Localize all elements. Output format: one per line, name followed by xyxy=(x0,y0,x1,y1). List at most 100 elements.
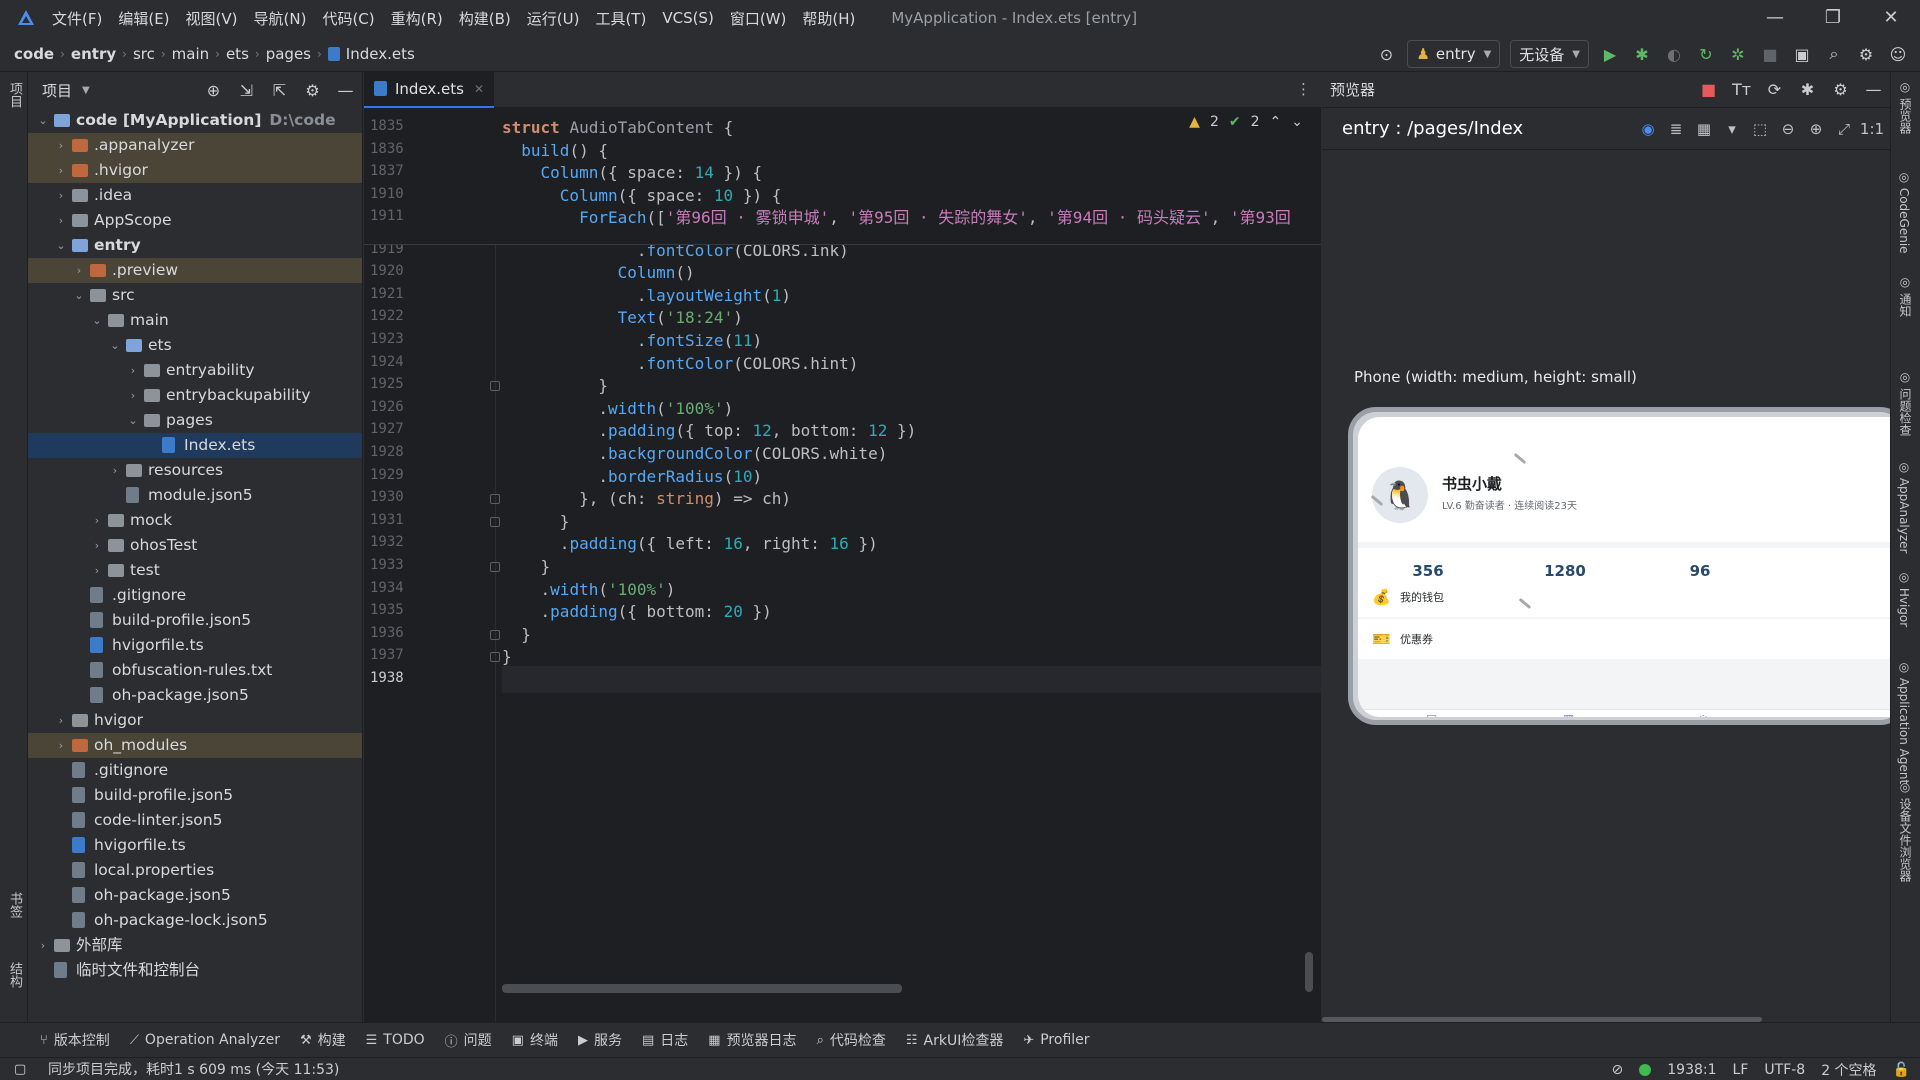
module-selector[interactable]: ♟ entry ▼ xyxy=(1407,40,1501,68)
layers-icon[interactable]: ≣ xyxy=(1662,120,1690,138)
chevron-right-icon[interactable]: › xyxy=(54,133,68,158)
breadcrumb-item[interactable]: code xyxy=(14,45,54,63)
menu-item[interactable]: 文件(F) xyxy=(52,8,102,29)
chevron-right-icon[interactable]: › xyxy=(126,358,140,383)
right-tool-eye[interactable]: ◎ 预览器 xyxy=(1897,80,1914,134)
tree-item[interactable]: build-profile.json5 xyxy=(28,608,362,633)
gear-icon[interactable]: ⚙ xyxy=(1852,40,1880,68)
menu-row-coupon[interactable]: 🎫 优惠券 xyxy=(1358,619,1890,659)
inspect-mode-icon[interactable]: ◉ xyxy=(1634,120,1662,138)
tree-item[interactable]: ⌄ entry xyxy=(28,233,362,258)
chevron-right-icon[interactable]: › xyxy=(90,558,104,583)
tree-item[interactable]: hvigorfile.ts xyxy=(28,833,362,858)
right-tool-device-file[interactable]: ◎ 设备文件浏览器 xyxy=(1897,780,1914,882)
tree-item[interactable]: hvigorfile.ts xyxy=(28,633,362,658)
menu-item[interactable]: 窗口(W) xyxy=(730,8,787,29)
tree-item[interactable]: › .preview xyxy=(28,258,362,283)
menu-item[interactable]: 导航(N) xyxy=(254,8,307,29)
profile-tab-icon[interactable]: ◌ xyxy=(1698,712,1708,717)
menu-item[interactable]: 工具(T) xyxy=(595,8,646,29)
actual-size-icon[interactable]: 1:1 xyxy=(1858,120,1886,138)
tree-item[interactable]: Index.ets xyxy=(28,433,362,458)
bottom-tool-item[interactable]: ▦ 预览器日志 xyxy=(708,1030,796,1050)
close-icon[interactable]: ✕ xyxy=(474,82,484,96)
inspection-widget[interactable]: ▲ 2 ✔ 2 ⌃ ⌄ xyxy=(1189,114,1303,130)
more-options-icon[interactable]: ⋮ xyxy=(1296,80,1311,98)
bottom-tool-item[interactable]: ▶ 服务 xyxy=(578,1030,622,1050)
bottom-tool-item[interactable]: ☰ TODO xyxy=(366,1032,425,1048)
right-tool-hvigor[interactable]: ◎ Hvigor xyxy=(1897,570,1911,627)
tree-item[interactable]: module.json5 xyxy=(28,483,362,508)
tree-item[interactable]: › entrybackupability xyxy=(28,383,362,408)
crop-icon[interactable]: ⬚ xyxy=(1746,120,1774,138)
tree-item[interactable]: ⌄ pages xyxy=(28,408,362,433)
fold-marker-icon[interactable] xyxy=(490,562,500,572)
tree-item[interactable]: ⌄ code [MyApplication] D:\code xyxy=(28,108,362,133)
menu-item[interactable]: 视图(V) xyxy=(186,8,238,29)
minimize-button[interactable]: — xyxy=(1746,0,1804,36)
no-power-save-icon[interactable]: ⊘ xyxy=(1612,1062,1624,1078)
run-icon[interactable]: ▶ xyxy=(1596,40,1624,68)
caret-position[interactable]: 1938:1 xyxy=(1667,1062,1716,1078)
search-icon[interactable]: ⌕ xyxy=(1820,40,1848,68)
file-encoding[interactable]: UTF-8 xyxy=(1764,1062,1805,1078)
fold-marker-icon[interactable] xyxy=(490,516,500,527)
font-size-icon[interactable]: Tт xyxy=(1725,80,1758,99)
project-tool-button[interactable]: 项目 xyxy=(5,82,24,108)
tree-item[interactable]: › hvigor xyxy=(28,708,362,733)
layout-icon[interactable]: ▢ xyxy=(14,1062,26,1077)
menu-item[interactable]: 代码(C) xyxy=(322,8,374,29)
bottom-tool-item[interactable]: ⌕ 代码检查 xyxy=(817,1030,886,1050)
chevron-down-icon[interactable]: ▾ xyxy=(1718,120,1746,138)
bottom-tool-item[interactable]: ▤ 日志 xyxy=(642,1030,688,1050)
phone-screen[interactable]: 🐧 书虫小戴 LV.6 勤奋读者 · 连续阅读23天 356读过(本)1280收… xyxy=(1358,417,1890,717)
chevron-down-icon[interactable]: ⌄ xyxy=(54,233,68,258)
tree-item[interactable]: › resources xyxy=(28,458,362,483)
tree-item[interactable]: › oh_modules xyxy=(28,733,362,758)
zoom-out-icon[interactable]: ⊖ xyxy=(1774,120,1802,138)
tree-item[interactable]: oh-package-lock.json5 xyxy=(28,908,362,933)
zoom-in-icon[interactable]: ⊕ xyxy=(1802,120,1830,138)
line-separator[interactable]: LF xyxy=(1733,1062,1749,1078)
chevron-down-icon[interactable]: ⌄ xyxy=(1291,114,1303,130)
hide-icon[interactable]: — xyxy=(1857,80,1890,99)
tree-item[interactable]: › AppScope xyxy=(28,208,362,233)
project-panel-title[interactable]: 项目 xyxy=(42,80,72,101)
chevron-right-icon[interactable]: › xyxy=(108,458,122,483)
structure-tool-button[interactable]: 结构 xyxy=(5,962,24,988)
menu-item[interactable]: 编辑(E) xyxy=(118,8,169,29)
chevron-right-icon[interactable]: › xyxy=(126,383,140,408)
right-tool-analyzer[interactable]: ◎ AppAnalyzer xyxy=(1897,460,1911,553)
breadcrumb-item[interactable]: pages xyxy=(266,45,311,63)
expand-all-icon[interactable]: ⇲ xyxy=(230,81,263,100)
breadcrumb-item[interactable]: Index.ets xyxy=(346,45,415,63)
fold-marker-icon[interactable] xyxy=(490,381,500,392)
right-tool-bell[interactable]: ◎ 通知 xyxy=(1897,275,1914,317)
vertical-scrollbar[interactable] xyxy=(1305,952,1313,992)
bottom-tool-item[interactable]: ⚒ 构建 xyxy=(300,1030,346,1050)
breadcrumb-item[interactable]: entry xyxy=(71,45,116,63)
tree-item[interactable]: .gitignore xyxy=(28,583,362,608)
lock-icon[interactable]: 🔓 xyxy=(1893,1062,1910,1078)
hide-icon[interactable]: — xyxy=(329,81,362,100)
inspector-icon[interactable]: ✱ xyxy=(1791,80,1824,99)
breadcrumb-item[interactable]: main xyxy=(172,45,209,63)
restore-button[interactable]: ❐ xyxy=(1804,0,1862,36)
chevron-up-icon[interactable]: ⌃ xyxy=(1270,114,1282,130)
tree-item[interactable]: .gitignore xyxy=(28,758,362,783)
menu-item[interactable]: 帮助(H) xyxy=(802,8,855,29)
apply-changes-icon[interactable]: ↻ xyxy=(1692,40,1720,68)
bottom-tool-item[interactable]: ⓘ 问题 xyxy=(445,1030,492,1050)
chevron-right-icon[interactable]: › xyxy=(54,733,68,758)
fit-icon[interactable]: ⤢ xyxy=(1830,120,1858,138)
chevron-down-icon[interactable]: ⌄ xyxy=(108,333,122,358)
breadcrumb-item[interactable]: src xyxy=(133,45,155,63)
chevron-down-icon[interactable]: ▼ xyxy=(82,85,90,96)
bottom-tool-item[interactable]: ✈ Profiler xyxy=(1023,1032,1089,1048)
tree-item[interactable]: › .idea xyxy=(28,183,362,208)
chevron-right-icon[interactable]: › xyxy=(54,708,68,733)
stop-icon[interactable]: ■ xyxy=(1692,80,1725,99)
menu-row-wallet[interactable]: 💰 我的钱包 xyxy=(1358,577,1890,617)
chevron-down-icon[interactable]: ⌄ xyxy=(36,108,50,133)
target-icon[interactable]: ⊙ xyxy=(1372,40,1400,68)
